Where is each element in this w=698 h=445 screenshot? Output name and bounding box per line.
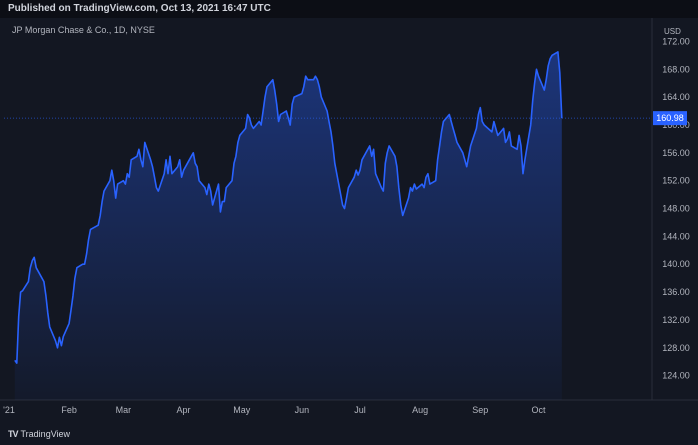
y-tick-label: 152.00	[662, 176, 690, 186]
chart-frame: Published on TradingView.com, Oct 13, 20…	[0, 0, 698, 445]
y-tick-label: 148.00	[662, 204, 690, 214]
y-tick-label: 164.00	[662, 92, 690, 102]
x-tick-label: Apr	[177, 405, 191, 415]
tradingview-logo[interactable]: TV TradingView	[8, 429, 70, 439]
price-chart[interactable]: 124.00 128.00 132.00 136.00 140.00 144.00 148.…	[0, 0, 698, 445]
brand-name: TradingView	[20, 429, 71, 439]
x-tick-label: Sep	[472, 405, 488, 415]
x-tick-label: Jun	[295, 405, 310, 415]
y-tick-label: 140.00	[662, 259, 690, 269]
y-tick-label: 128.00	[662, 343, 690, 353]
y-tick-label: 172.00	[662, 36, 690, 46]
x-tick-label: Feb	[61, 405, 77, 415]
x-tick-label: Jul	[354, 405, 366, 415]
y-tick-label: 136.00	[662, 287, 690, 297]
y-tick-label: 132.00	[662, 315, 690, 325]
y-tick-label: 144.00	[662, 231, 690, 241]
y-tick-label: 124.00	[662, 371, 690, 381]
y-tick-label: 156.00	[662, 148, 690, 158]
x-tick-label: '21	[3, 405, 15, 415]
x-tick-label: Aug	[412, 405, 428, 415]
x-tick-label: Oct	[531, 405, 546, 415]
y-tick-label: 168.00	[662, 64, 690, 74]
last-price-label: 160.98	[656, 113, 684, 123]
x-tick-label: May	[233, 405, 251, 415]
x-tick-label: Mar	[116, 405, 132, 415]
tradingview-logo-icon: TV	[8, 429, 18, 439]
